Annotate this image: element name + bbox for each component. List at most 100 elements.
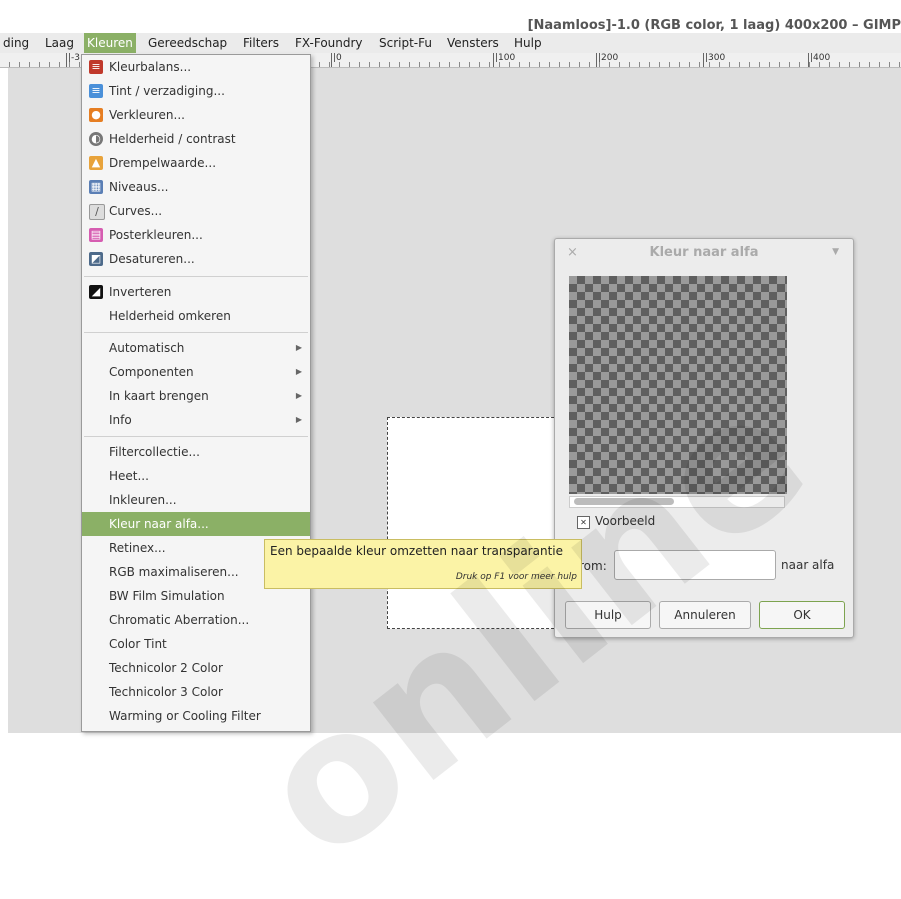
image-canvas[interactable] [387,417,559,629]
ruler-tick: |-3 [66,53,80,67]
menu-item-label: Desatureren... [109,252,195,266]
menu-item-label: Inkleuren... [109,493,177,507]
ruler-tick: |200 [596,53,618,67]
menu-bar-item-hulp[interactable]: Hulp [511,33,545,54]
menu-item-label: Automatisch [109,341,185,355]
ruler-tick: |100 [493,53,515,67]
menu-bar: ding Laag Kleuren Gereedschap Filters FX… [0,33,901,54]
ok-button[interactable]: OK [759,601,845,629]
preview-checkbox-label: Voorbeeld [595,514,656,528]
menu-item-posterkleuren[interactable]: ▤ Posterkleuren... [82,223,310,247]
menu-item-label: RGB maximaliseren... [109,565,239,579]
preview-checkbox[interactable]: ✕ [577,516,590,529]
to-alpha-label: naar alfa [781,558,835,572]
menu-item-label: Tint / verzadiging... [109,84,225,98]
menu-item-helderheid-omkeren[interactable]: Helderheid omkeren [82,304,310,328]
menu-item-inkleuren[interactable]: Inkleuren... [82,488,310,512]
tooltip-hint: Druk op F1 voor meer hulp [455,572,577,582]
menu-bar-item-gereedschap[interactable]: Gereedschap [145,33,230,54]
menu-item-label: BW Film Simulation [109,589,225,603]
levels-icon: ▦ [89,180,103,194]
menu-item-label: Retinex... [109,541,166,555]
ruler-tick: |400 [808,53,830,67]
menu-item-label: Helderheid omkeren [109,309,231,323]
menu-separator [84,276,308,277]
colorize-icon: ● [89,108,103,122]
menu-item-curves[interactable]: ∕ Curves... [82,199,310,223]
menu-item-label: Chromatic Aberration... [109,613,250,627]
menu-item-label: Verkleuren... [109,108,185,122]
preview-area[interactable] [569,276,787,494]
color-to-alpha-dialog: × Kleur naar alfa ▼ ✕ Voorbeeld rom: naa… [554,238,854,638]
invert-icon: ◢ [89,285,103,299]
menu-item-label: Curves... [109,204,163,218]
submenu-arrow-icon: ▶ [295,391,302,400]
color-balance-icon: ≡ [89,60,103,74]
menu-item-label: Niveaus... [109,180,169,194]
ruler-tick: |0 [331,53,342,67]
menu-item-heet[interactable]: Heet... [82,464,310,488]
menu-item-label: Inverteren [109,285,172,299]
dialog-menu-chevron-down-icon[interactable]: ▼ [832,247,839,257]
from-color-button[interactable] [614,550,776,580]
menu-item-chromatic-aberration[interactable]: Chromatic Aberration... [82,608,310,632]
menu-item-automatisch[interactable]: Automatisch ▶ [82,336,310,360]
menu-item-kleurbalans[interactable]: ≡ Kleurbalans... [82,55,310,79]
tooltip-text: Een bepaalde kleur omzetten naar transpa… [270,544,563,558]
tooltip: Een bepaalde kleur omzetten naar transpa… [264,539,582,589]
desaturate-icon: ◩ [89,252,103,266]
help-button[interactable]: Hulp [565,601,651,629]
from-label: rom: [579,559,607,573]
menu-item-color-tint[interactable]: Color Tint [82,632,310,656]
menu-item-label: Filtercollectie... [109,445,200,459]
hue-saturation-icon: ≡ [89,84,103,98]
menu-item-verkleuren[interactable]: ● Verkleuren... [82,103,310,127]
submenu-arrow-icon: ▶ [295,367,302,376]
brightness-contrast-icon: ◐ [89,132,103,146]
menu-item-helderheid-contrast[interactable]: ◐ Helderheid / contrast [82,127,310,151]
menu-bar-item-bewerking[interactable]: ding [0,33,32,54]
menu-item-label: Info [109,413,132,427]
kleuren-menu: ≡ Kleurbalans... ≡ Tint / verzadiging...… [81,54,311,732]
menu-item-kleur-naar-alfa[interactable]: Kleur naar alfa... [82,512,310,536]
menu-item-warming-or-cooling-filter[interactable]: Warming or Cooling Filter [82,704,310,728]
menu-item-label: Technicolor 2 Color [109,661,223,675]
threshold-icon: ▲ [89,156,103,170]
menu-item-inverteren[interactable]: ◢ Inverteren [82,280,310,304]
menu-item-desatureren[interactable]: ◩ Desatureren... [82,247,310,271]
ruler-tick: |300 [703,53,725,67]
preview-scrollbar[interactable] [569,496,785,508]
menu-item-drempelwaarde[interactable]: ▲ Drempelwaarde... [82,151,310,175]
title-bar: [Naamloos]-1.0 (RGB color, 1 laag) 400x2… [0,0,901,34]
menu-separator [84,332,308,333]
menu-item-label: Posterkleuren... [109,228,203,242]
menu-item-niveaus[interactable]: ▦ Niveaus... [82,175,310,199]
menu-separator [84,436,308,437]
menu-item-info[interactable]: Info ▶ [82,408,310,432]
menu-item-label: Componenten [109,365,194,379]
posterize-icon: ▤ [89,228,103,242]
menu-item-tint-verzadiging[interactable]: ≡ Tint / verzadiging... [82,79,310,103]
menu-item-filtercollectie[interactable]: Filtercollectie... [82,440,310,464]
menu-item-label: Kleur naar alfa... [109,517,209,531]
menu-item-label: Technicolor 3 Color [109,685,223,699]
menu-item-label: Color Tint [109,637,167,651]
submenu-arrow-icon: ▶ [295,415,302,424]
menu-item-label: Drempelwaarde... [109,156,217,170]
menu-bar-item-laag[interactable]: Laag [42,33,77,54]
menu-item-label: Helderheid / contrast [109,132,236,146]
scrollbar-thumb[interactable] [574,498,674,505]
menu-item-technicolor-3-color[interactable]: Technicolor 3 Color [82,680,310,704]
menu-bar-item-kleuren[interactable]: Kleuren [84,33,136,54]
menu-item-componenten[interactable]: Componenten ▶ [82,360,310,384]
menu-item-technicolor-2-color[interactable]: Technicolor 2 Color [82,656,310,680]
cancel-button[interactable]: Annuleren [659,601,751,629]
menu-bar-item-filters[interactable]: Filters [240,33,282,54]
submenu-arrow-icon: ▶ [295,343,302,352]
menu-bar-item-vensters[interactable]: Vensters [444,33,502,54]
menu-item-label: Kleurbalans... [109,60,192,74]
dialog-title: Kleur naar alfa [649,245,759,260]
menu-bar-item-script-fu[interactable]: Script-Fu [376,33,435,54]
menu-bar-item-fx-foundry[interactable]: FX-Foundry [292,33,366,54]
menu-item-in-kaart-brengen[interactable]: In kaart brengen ▶ [82,384,310,408]
